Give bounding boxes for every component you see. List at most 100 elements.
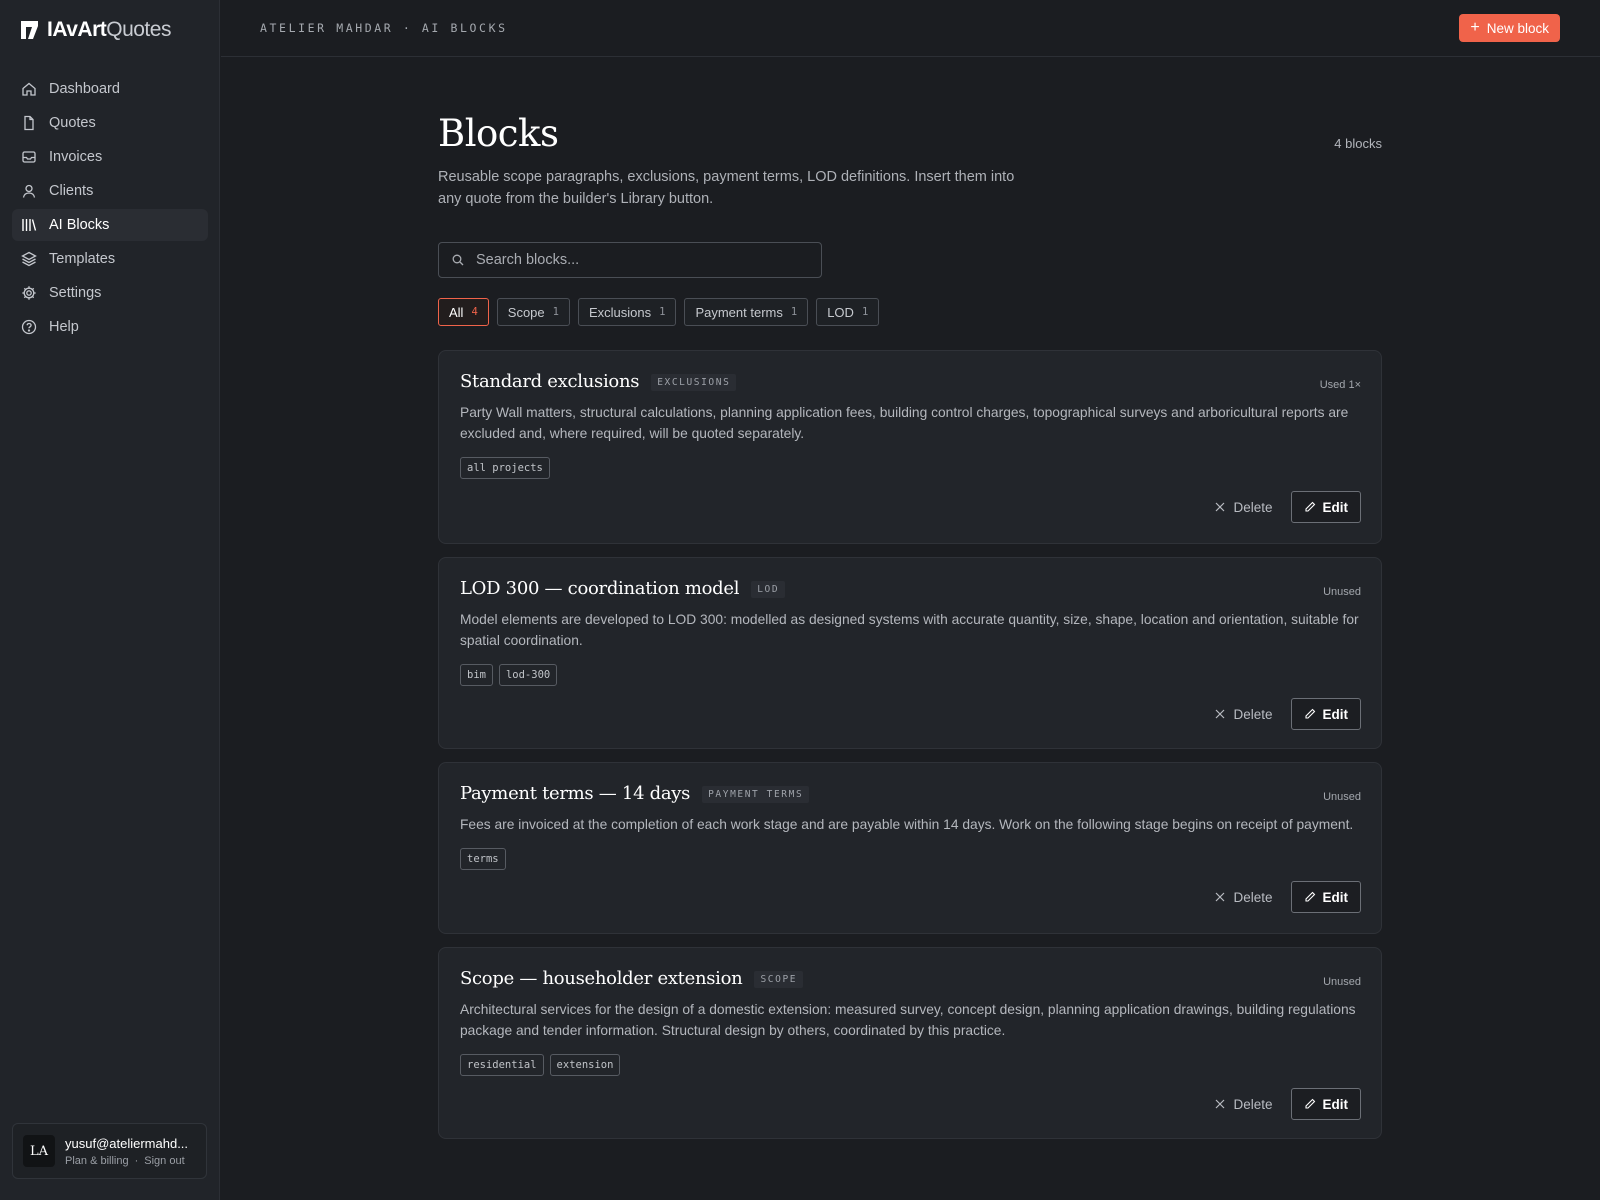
sidebar-item-quotes[interactable]: Quotes — [12, 107, 208, 139]
delete-label: Delete — [1233, 499, 1273, 515]
delete-button[interactable]: Delete — [1215, 706, 1273, 722]
gear-icon — [22, 286, 36, 300]
delete-button[interactable]: Delete — [1215, 1096, 1273, 1112]
brand-product: Quotes — [106, 18, 171, 41]
filter-count: 1 — [659, 306, 666, 318]
block-usage: Used 1× — [1319, 379, 1361, 391]
close-icon — [1216, 1099, 1225, 1109]
block-usage: Unused — [1323, 586, 1361, 598]
sidebar-item-label: Dashboard — [49, 81, 120, 97]
block-card: LOD 300 — coordination model LOD Unused M… — [438, 557, 1382, 749]
block-category-badge: EXCLUSIONS — [651, 374, 737, 391]
plan-billing-link[interactable]: Plan & billing — [65, 1155, 129, 1167]
delete-button[interactable]: Delete — [1215, 499, 1273, 515]
sidebar-item-label: Invoices — [49, 149, 103, 165]
filter-scope[interactable]: Scope 1 — [496, 298, 570, 326]
block-count: 4 blocks — [1334, 136, 1382, 151]
close-icon — [1216, 892, 1225, 902]
edit-label: Edit — [1322, 499, 1349, 515]
brand-logo[interactable]: IAvArtQuotes — [20, 18, 171, 42]
block-category-badge: PAYMENT TERMS — [702, 786, 810, 803]
pencil-icon — [1304, 708, 1315, 719]
delete-button[interactable]: Delete — [1215, 889, 1273, 905]
sidebar-item-label: Settings — [49, 285, 102, 301]
block-tags: residential extension — [460, 1054, 621, 1076]
search-box[interactable] — [438, 242, 822, 278]
block-actions: Delete Edit — [1215, 698, 1361, 730]
sidebar-item-invoices[interactable]: Invoices — [12, 141, 208, 173]
edit-button[interactable]: Edit — [1290, 1088, 1361, 1120]
block-title: Standard exclusions EXCLUSIONS — [460, 371, 737, 392]
edit-label: Edit — [1322, 1096, 1349, 1112]
block-title-text: Scope — householder extension — [460, 968, 743, 989]
home-icon — [22, 82, 36, 96]
edit-button[interactable]: Edit — [1290, 491, 1361, 523]
filter-lod[interactable]: LOD 1 — [816, 298, 880, 326]
block-title: Scope — householder extension SCOPE — [460, 968, 804, 989]
block-category-badge: LOD — [751, 581, 786, 598]
brand-name: IAvArt — [47, 18, 107, 41]
tag: lod-300 — [498, 664, 558, 686]
avatar[interactable]: LA — [23, 1135, 55, 1167]
block-usage: Unused — [1323, 976, 1361, 988]
new-block-button[interactable]: + New block — [1459, 14, 1560, 42]
page-description: Reusable scope paragraphs, exclusions, p… — [438, 169, 1015, 207]
block-actions: Delete Edit — [1215, 881, 1361, 913]
account-panel: LA yusuf@ateliermahd... Plan & billing ·… — [12, 1123, 207, 1179]
block-body: Party Wall matters, structural calculati… — [460, 405, 1349, 441]
sidebar-item-label: AI Blocks — [49, 217, 110, 233]
edit-label: Edit — [1322, 706, 1349, 722]
sidebar-item-settings[interactable]: Settings — [12, 277, 208, 309]
account-email: yusuf@ateliermahd... — [65, 1135, 189, 1151]
filter-all[interactable]: All 4 — [438, 298, 489, 326]
filter-count: 1 — [861, 306, 869, 318]
block-title-text: Payment terms — 14 days — [460, 783, 691, 804]
sidebar: IAvArtQuotes Dashboard Quotes Invoices C… — [0, 0, 220, 1200]
block-title-text: Standard exclusions — [460, 371, 640, 392]
search-icon — [452, 254, 464, 266]
edit-button[interactable]: Edit — [1290, 698, 1361, 730]
sign-out-link[interactable]: Sign out — [144, 1155, 184, 1167]
block-card: Scope — householder extension SCOPE Unuse… — [438, 947, 1382, 1139]
close-icon — [1216, 502, 1225, 512]
delete-label: Delete — [1233, 889, 1273, 905]
delete-label: Delete — [1233, 706, 1273, 722]
block-title-text: LOD 300 — coordination model — [460, 578, 740, 599]
sidebar-item-label: Quotes — [49, 115, 96, 131]
block-category-badge: SCOPE — [754, 971, 804, 988]
edit-button[interactable]: Edit — [1290, 881, 1361, 913]
delete-label: Delete — [1233, 1096, 1273, 1112]
block-body: Model elements are developed to LOD 300:… — [460, 612, 1359, 648]
pencil-icon — [1304, 1098, 1315, 1109]
filter-exclusions[interactable]: Exclusions 1 — [577, 298, 677, 326]
block-tags: terms — [460, 848, 506, 870]
plus-icon: + — [1470, 19, 1480, 36]
block-actions: Delete Edit — [1215, 491, 1361, 523]
block-card: Payment terms — 14 days PAYMENT TERMS Unu… — [438, 762, 1382, 934]
block-card: Standard exclusions EXCLUSIONS Used 1× Pa… — [438, 350, 1382, 544]
sidebar-item-ai-blocks[interactable]: AI Blocks — [12, 209, 208, 241]
new-block-label: New block — [1486, 20, 1549, 36]
block-actions: Delete Edit — [1215, 1088, 1361, 1120]
filter-label: Exclusions — [588, 304, 652, 320]
page-title: Blocks — [438, 112, 559, 155]
block-body: Architectural services for the design of… — [460, 1002, 1356, 1038]
tag: all projects — [460, 457, 550, 479]
filter-label: Payment terms — [695, 304, 783, 320]
sidebar-item-templates[interactable]: Templates — [12, 243, 208, 275]
block-title: LOD 300 — coordination model LOD — [460, 578, 786, 599]
block-body: Fees are invoiced at the completion of e… — [460, 817, 1354, 832]
sidebar-item-label: Help — [49, 319, 79, 335]
tag: terms — [460, 848, 506, 870]
sidebar-item-dashboard[interactable]: Dashboard — [12, 73, 208, 105]
topbar: ATELIER MAHDAR · AI BLOCKS + New block — [221, 0, 1600, 57]
pencil-icon — [1304, 501, 1315, 512]
sidebar-item-help[interactable]: Help — [12, 311, 208, 343]
sidebar-item-label: Templates — [49, 251, 116, 267]
filter-payment-terms[interactable]: Payment terms 1 — [684, 298, 809, 326]
close-icon — [1216, 709, 1225, 719]
filter-label: Scope — [507, 304, 545, 320]
layers-icon — [21, 251, 37, 267]
sidebar-item-clients[interactable]: Clients — [12, 175, 208, 207]
search-input[interactable] — [476, 252, 796, 268]
